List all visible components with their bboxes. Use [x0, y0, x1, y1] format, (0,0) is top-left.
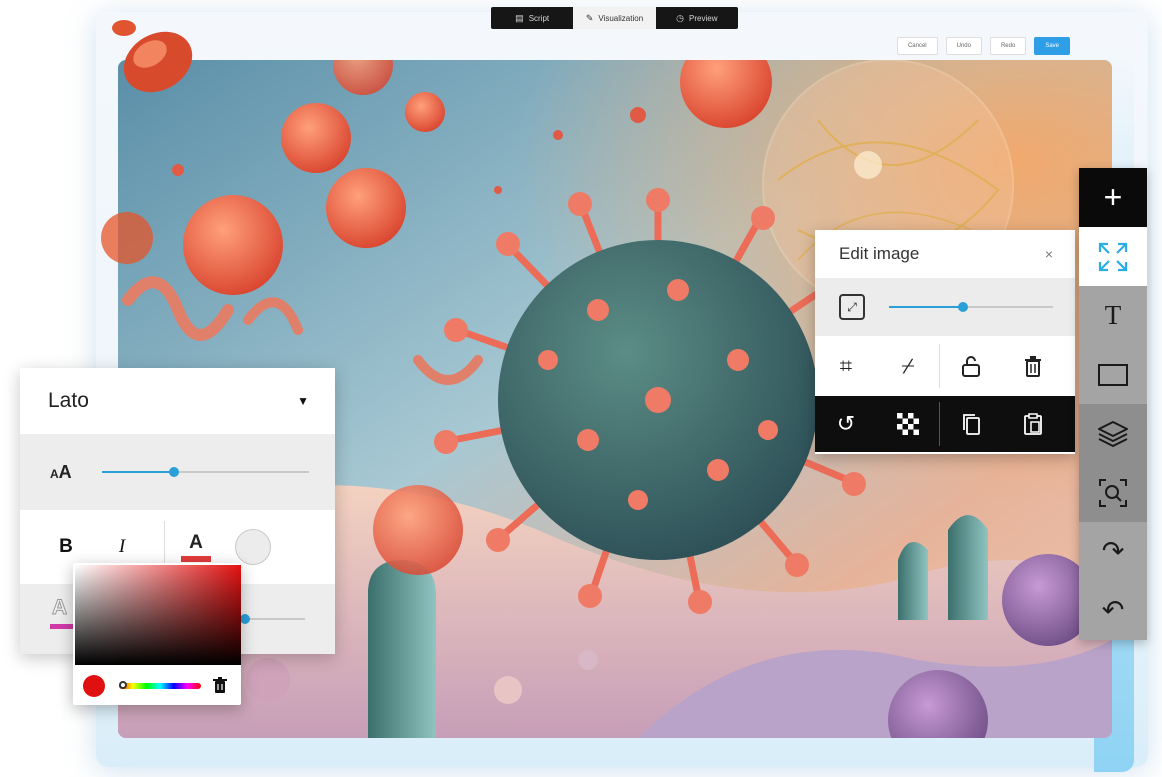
floating-spore: [112, 20, 193, 93]
trash-icon[interactable]: [213, 677, 227, 696]
text-icon[interactable]: T: [1079, 286, 1147, 345]
edit-tools-row: ⌗ ⌿: [815, 336, 1075, 396]
zoom-slider-knob[interactable]: [957, 302, 968, 312]
undo-icon[interactable]: ↶: [1079, 581, 1147, 640]
text-color-button[interactable]: A: [181, 532, 211, 562]
zoom-slider[interactable]: [889, 302, 1053, 312]
copy-icon[interactable]: [940, 413, 1002, 435]
outline-color-bar: [50, 624, 74, 629]
font-name: Lato: [48, 389, 89, 412]
caret-down-icon: ▼: [297, 394, 309, 408]
outline-slider-knob[interactable]: [240, 614, 250, 624]
font-size-icon: AA: [50, 461, 72, 482]
text-color-bar: [181, 556, 211, 562]
transparency-icon[interactable]: [877, 413, 939, 435]
script-icon: ▤: [515, 12, 524, 23]
zoom-slider-fill: [889, 306, 963, 308]
tab-preview[interactable]: ◷ Preview: [656, 7, 738, 29]
unlock-icon[interactable]: [940, 355, 1002, 377]
add-icon[interactable]: +: [1079, 168, 1147, 227]
font-size-slider-knob[interactable]: [169, 467, 180, 477]
hue-slider-knob[interactable]: [119, 681, 127, 689]
font-size-slider-fill: [101, 471, 175, 473]
view-tabs: ▤ Script ✎ Visualization ◷ Preview: [491, 7, 738, 29]
paste-icon[interactable]: [1002, 413, 1064, 435]
edit-tools-row-dark: ↺: [815, 396, 1075, 452]
outline-color-button[interactable]: A: [50, 596, 74, 629]
zoom-row: ⤢: [815, 278, 1075, 336]
clock-icon: ◷: [676, 12, 685, 23]
top-actions: Cancel Undo Redo Save: [896, 37, 1070, 55]
edit-image-title: Edit image: [839, 244, 920, 263]
tab-visualization[interactable]: ✎ Visualization: [573, 7, 656, 29]
font-size-row: AA: [20, 434, 335, 510]
bold-button[interactable]: B: [40, 536, 92, 558]
cancel-button[interactable]: Cancel: [896, 37, 938, 55]
undo-button[interactable]: Undo: [945, 37, 982, 55]
edit-image-header: Edit image ×: [815, 230, 1075, 278]
expand-icon[interactable]: [1079, 227, 1147, 286]
crop-off-icon[interactable]: ⌿: [877, 353, 939, 379]
right-toolbar: + T ↷ ↶: [1079, 168, 1147, 640]
edit-square-icon: ✎: [585, 12, 594, 23]
rectangle-icon[interactable]: [1079, 345, 1147, 404]
close-icon[interactable]: ×: [1045, 246, 1053, 262]
blurred-spore: [101, 212, 153, 264]
tab-script[interactable]: ▤ Script: [491, 7, 573, 29]
rotate-icon[interactable]: ↺: [815, 411, 877, 437]
redo-icon[interactable]: ↷: [1079, 522, 1147, 581]
font-select[interactable]: Lato ▼: [20, 368, 335, 434]
zoom-icon[interactable]: [1079, 463, 1147, 522]
crop-icon[interactable]: ⌗: [815, 353, 877, 379]
selected-color-preview: [83, 675, 105, 697]
fit-icon[interactable]: ⤢: [839, 294, 865, 320]
trash-icon[interactable]: [1002, 355, 1064, 377]
layers-icon[interactable]: [1079, 404, 1147, 463]
redo-button[interactable]: Redo: [989, 37, 1027, 55]
edit-image-panel: Edit image × ⤢ ⌗ ⌿ ↺: [815, 230, 1075, 454]
color-picker: [73, 563, 241, 705]
outline-slider[interactable]: [240, 614, 305, 624]
saturation-value-area[interactable]: [75, 565, 241, 665]
font-size-slider[interactable]: [101, 467, 309, 477]
italic-button[interactable]: I: [96, 536, 148, 558]
hue-slider[interactable]: [119, 681, 201, 689]
background-color-swatch[interactable]: [235, 529, 271, 565]
save-button[interactable]: Save: [1034, 37, 1070, 55]
